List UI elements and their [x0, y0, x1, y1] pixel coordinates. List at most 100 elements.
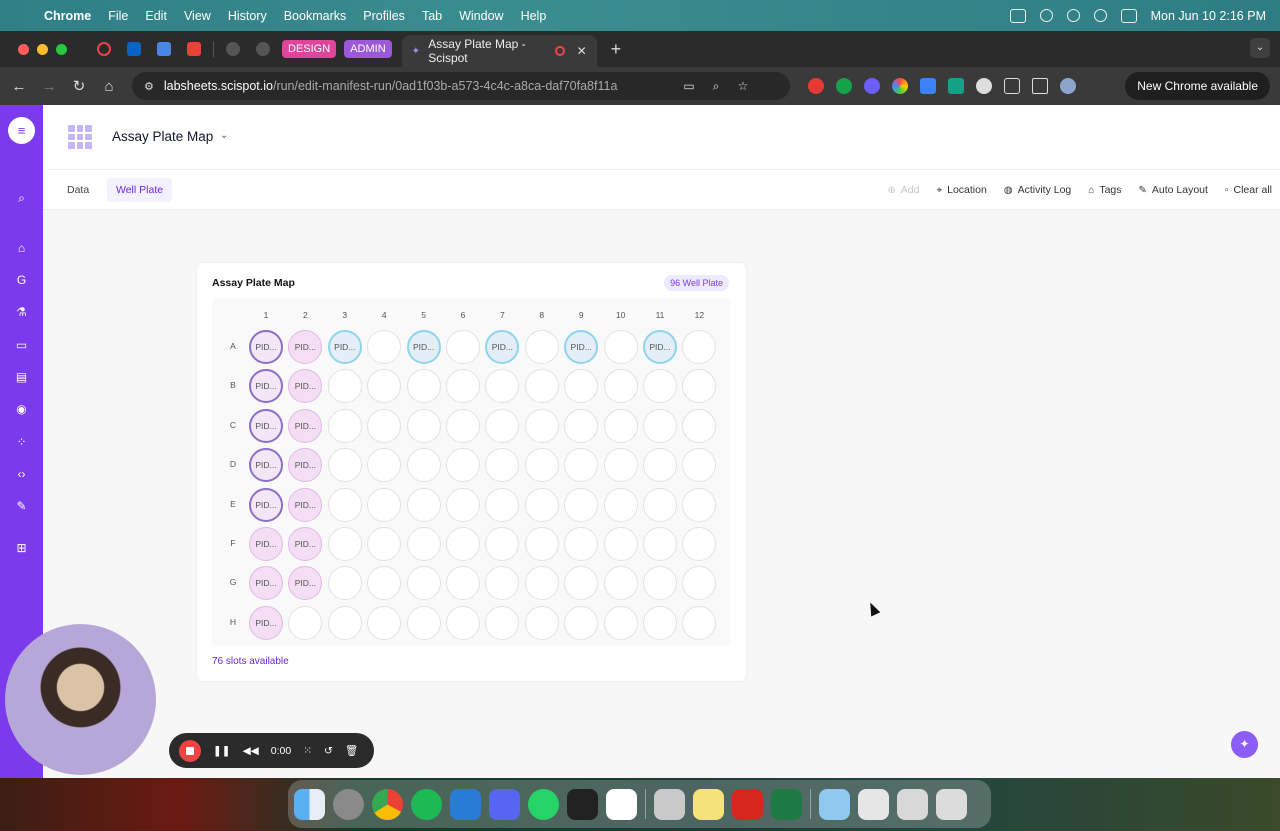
- menu-history[interactable]: History: [228, 9, 267, 23]
- well-B5[interactable]: [406, 369, 441, 404]
- well-G2[interactable]: PID...: [288, 566, 323, 601]
- well-G12[interactable]: [682, 566, 717, 601]
- well-B7[interactable]: [485, 369, 520, 404]
- new-chrome-available-button[interactable]: New Chrome available: [1125, 72, 1270, 100]
- battery-icon[interactable]: [1039, 9, 1053, 22]
- well-C9[interactable]: [564, 408, 599, 443]
- profile-avatar-icon[interactable]: [1060, 78, 1076, 94]
- nav-code-icon[interactable]: ‹›: [14, 467, 29, 482]
- back-button[interactable]: ←: [4, 78, 34, 95]
- well-E5[interactable]: [406, 487, 441, 522]
- pinned-tab-github[interactable]: [218, 37, 248, 61]
- close-tab-icon[interactable]: ✕: [577, 44, 587, 58]
- forward-button[interactable]: →: [34, 78, 64, 95]
- well-E6[interactable]: [446, 487, 480, 522]
- color-extension-icon[interactable]: [892, 78, 908, 94]
- activity-log-button[interactable]: ◍ Activity Log: [1004, 184, 1071, 196]
- menu-profiles[interactable]: Profiles: [363, 9, 405, 23]
- screenshot-stack-icon[interactable]: [858, 788, 889, 820]
- well-E3[interactable]: [327, 487, 362, 522]
- menu-view[interactable]: View: [184, 9, 211, 23]
- downloads-folder-icon[interactable]: [819, 788, 850, 820]
- well-G9[interactable]: [564, 566, 599, 601]
- nav-location-icon[interactable]: ◉: [14, 402, 29, 417]
- well-G4[interactable]: [367, 566, 402, 601]
- rewind-icon[interactable]: ◀◀: [243, 745, 259, 757]
- well-C5[interactable]: [406, 408, 441, 443]
- nav-home-icon[interactable]: ⌂: [14, 241, 29, 256]
- nav-edit-icon[interactable]: ✎: [14, 499, 29, 514]
- chevron-down-icon[interactable]: ⌄: [220, 130, 228, 141]
- well-A1[interactable]: PID...: [249, 330, 283, 364]
- trash-icon[interactable]: 🗑: [345, 744, 358, 757]
- well-E9[interactable]: [564, 487, 599, 522]
- well-E7[interactable]: [485, 487, 520, 522]
- well-H7[interactable]: [485, 605, 520, 640]
- well-B3[interactable]: [327, 369, 362, 404]
- well-B9[interactable]: [564, 369, 599, 404]
- well-G3[interactable]: [327, 566, 362, 601]
- menu-help[interactable]: Help: [521, 9, 547, 23]
- well-F4[interactable]: [367, 527, 402, 561]
- well-A6[interactable]: [446, 330, 480, 364]
- clear-all-button[interactable]: ▫ Clear all: [1225, 184, 1272, 196]
- well-E4[interactable]: [367, 487, 402, 522]
- close-window-button[interactable]: [18, 43, 29, 55]
- well-F11[interactable]: [643, 527, 677, 561]
- well-D6[interactable]: [446, 448, 480, 483]
- well-C7[interactable]: [485, 408, 520, 443]
- well-F8[interactable]: [524, 527, 559, 561]
- well-A11[interactable]: PID...: [643, 330, 677, 364]
- well-D7[interactable]: [485, 448, 520, 483]
- nav-flask-icon[interactable]: ⚗: [14, 305, 29, 320]
- well-F1[interactable]: PID...: [249, 527, 283, 561]
- nav-grid-icon[interactable]: ⊞: [14, 541, 29, 556]
- menu-edit[interactable]: Edit: [145, 9, 167, 23]
- well-H10[interactable]: [603, 605, 638, 640]
- discord-icon[interactable]: [489, 788, 520, 820]
- whatsapp-icon[interactable]: [528, 788, 559, 820]
- well-H4[interactable]: [367, 605, 402, 640]
- well-C12[interactable]: [682, 408, 717, 443]
- finder-icon[interactable]: [294, 788, 325, 820]
- well-D9[interactable]: [564, 448, 599, 483]
- tabs-extension-icon[interactable]: [948, 78, 964, 94]
- well-H9[interactable]: [564, 605, 599, 640]
- well-H11[interactable]: [643, 605, 677, 640]
- well-F10[interactable]: [603, 527, 638, 561]
- minimize-window-button[interactable]: [37, 43, 48, 55]
- vscode-icon[interactable]: [450, 788, 481, 820]
- tab-group-admin[interactable]: ADMIN: [344, 40, 392, 58]
- pinned-tab-outlook[interactable]: [119, 37, 149, 61]
- well-H5[interactable]: [406, 605, 441, 640]
- menu-window[interactable]: Window: [459, 9, 503, 23]
- search-icon[interactable]: [1093, 9, 1107, 22]
- vpn-extension-icon[interactable]: [976, 78, 992, 94]
- well-B2[interactable]: PID...: [288, 369, 323, 404]
- well-F12[interactable]: [682, 527, 717, 561]
- excel-icon[interactable]: [771, 788, 802, 820]
- pause-icon[interactable]: ❚❚: [213, 745, 231, 757]
- location-button[interactable]: ⌖ Location: [936, 184, 986, 196]
- well-B10[interactable]: [603, 369, 638, 404]
- well-E2[interactable]: PID...: [288, 487, 323, 522]
- well-D12[interactable]: [682, 448, 717, 483]
- menu-app-name[interactable]: Chrome: [44, 9, 91, 23]
- system-settings-icon[interactable]: [333, 788, 364, 820]
- well-D5[interactable]: [406, 448, 441, 483]
- add-button[interactable]: ⊕ Add: [887, 184, 919, 196]
- display-icon[interactable]: [1009, 8, 1026, 23]
- nav-document-icon[interactable]: ▤: [14, 370, 29, 385]
- sparkle-extension-icon[interactable]: [864, 78, 880, 94]
- well-E12[interactable]: [682, 487, 717, 522]
- pinned-tab-github-2[interactable]: [248, 37, 278, 61]
- trash-bin-icon[interactable]: [936, 788, 967, 820]
- well-A8[interactable]: [524, 330, 559, 364]
- well-E8[interactable]: [524, 487, 559, 522]
- page-title[interactable]: Assay Plate Map: [112, 129, 213, 144]
- bookmark-star-icon[interactable]: ☆: [736, 79, 750, 93]
- terminal-icon[interactable]: [567, 788, 598, 820]
- hamburger-menu-icon[interactable]: ≡: [8, 117, 35, 144]
- zoom-icon[interactable]: ⌕: [709, 79, 723, 93]
- recent-stack-icon[interactable]: [897, 788, 928, 820]
